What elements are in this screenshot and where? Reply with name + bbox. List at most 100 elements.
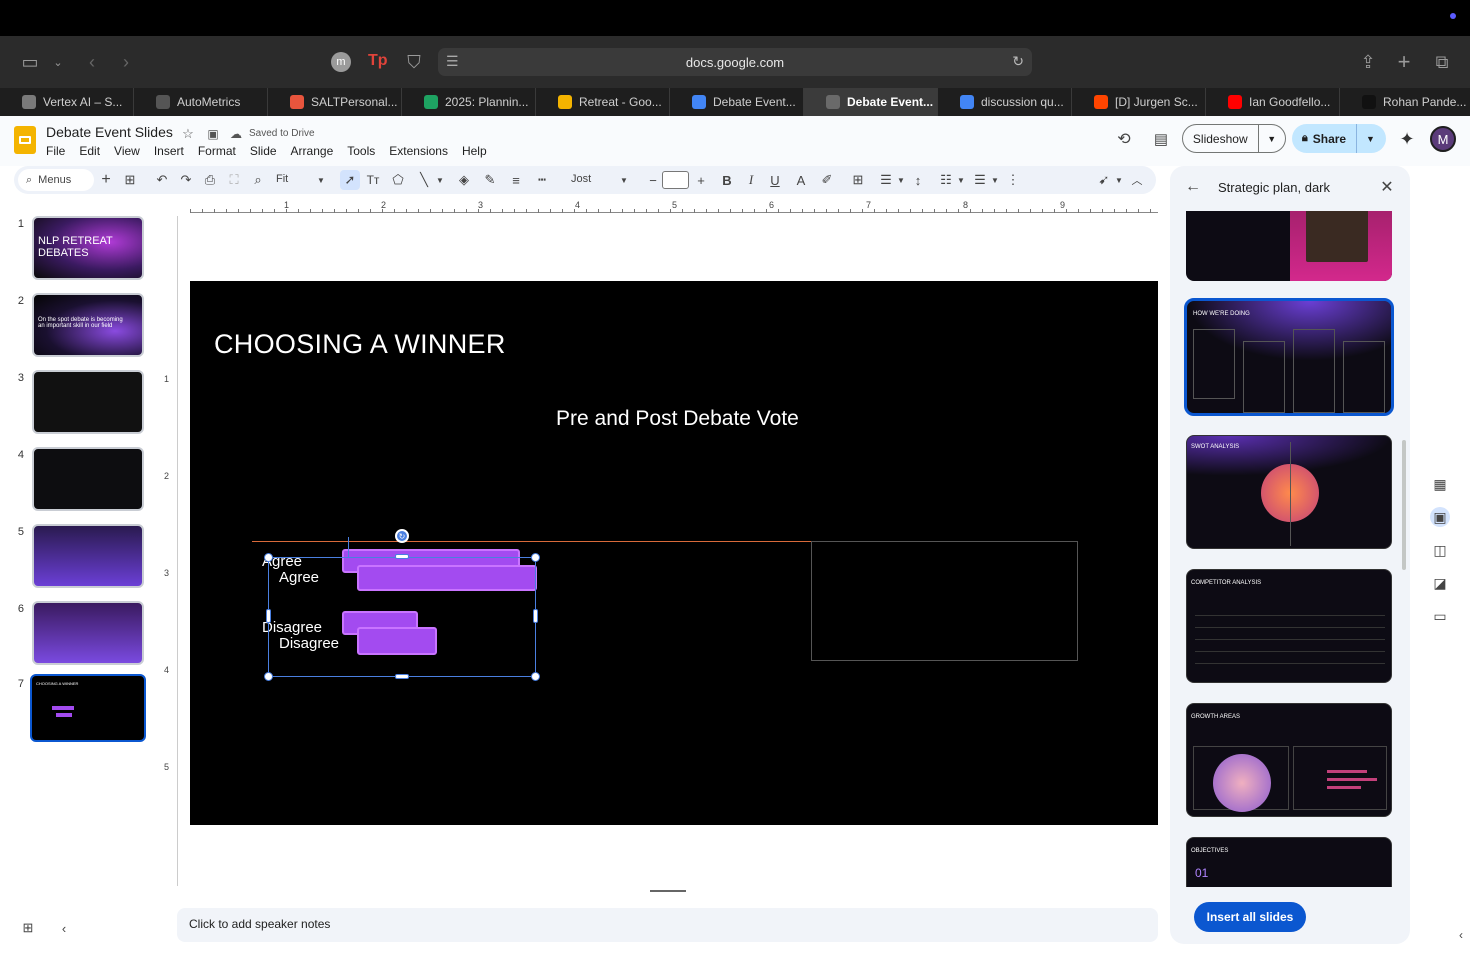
resize-handle[interactable]	[264, 553, 273, 562]
align-icon[interactable]: ☰	[878, 170, 894, 190]
slide-thumbnail-3[interactable]	[32, 370, 144, 434]
pen-dropdown-icon[interactable]: ▼	[1114, 170, 1124, 190]
new-slide-layout-icon[interactable]: ⊞	[122, 170, 138, 190]
slideshow-dropdown-icon[interactable]: ▼	[1257, 124, 1285, 153]
shield-icon[interactable]: ⛉	[404, 52, 424, 72]
tab-overview-icon[interactable]: ⧉	[1432, 52, 1452, 72]
menu-help[interactable]: Help	[462, 144, 487, 158]
menu-arrange[interactable]: Arrange	[291, 144, 334, 158]
template-thumb-4[interactable]: GROWTH AREAS	[1186, 703, 1392, 817]
reload-icon[interactable]: ↻	[1012, 53, 1024, 70]
resize-handle[interactable]	[395, 674, 409, 679]
italic-icon[interactable]: I	[744, 170, 758, 190]
line-dropdown-icon[interactable]: ▼	[434, 170, 446, 190]
panel-scrollbar[interactable]	[1402, 440, 1406, 570]
resize-handle[interactable]	[531, 553, 540, 562]
fill-color-icon[interactable]: ◈	[456, 170, 472, 190]
template-thumb-1[interactable]: HOW WE'RE DOING	[1184, 298, 1394, 416]
new-tab-icon[interactable]: +	[1394, 49, 1414, 74]
extension-tp-icon[interactable]: Tp	[368, 52, 390, 72]
rotate-handle[interactable]: ↻	[395, 529, 409, 543]
star-icon[interactable]: ☆	[180, 126, 196, 142]
empty-text-box[interactable]	[811, 541, 1078, 661]
comments-icon[interactable]: ▤	[1151, 129, 1171, 149]
expand-side-panel-icon[interactable]: ‹	[1452, 926, 1470, 944]
back-icon[interactable]: ‹	[84, 52, 100, 72]
increase-font-icon[interactable]: +	[694, 170, 708, 190]
collapse-toolbar-icon[interactable]: ︿	[1130, 170, 1144, 190]
menus-search[interactable]: ⌕ Menus	[18, 169, 94, 191]
avatar[interactable]: M	[1430, 126, 1456, 152]
bold-icon[interactable]: B	[720, 170, 734, 190]
font-size-input[interactable]	[662, 171, 689, 189]
keep-icon[interactable]: ◫	[1430, 540, 1450, 560]
resize-handle[interactable]	[531, 672, 540, 681]
version-history-icon[interactable]: ⟲	[1114, 129, 1134, 149]
zoom-select[interactable]: Fit	[276, 173, 288, 185]
numbered-dropdown-icon[interactable]: ▼	[990, 170, 1000, 190]
line-icon[interactable]: ╲	[416, 170, 432, 190]
bullet-dropdown-icon[interactable]: ▼	[956, 170, 966, 190]
page-settings-icon[interactable]: ☰	[446, 53, 459, 70]
back-arrow-icon[interactable]: ←	[1184, 178, 1202, 196]
browser-tab[interactable]: Rohan Pande...	[1340, 88, 1470, 116]
underline-icon[interactable]: U	[768, 170, 782, 190]
menu-tools[interactable]: Tools	[347, 144, 375, 158]
pen-tool-icon[interactable]: ➹	[1096, 170, 1112, 190]
template-thumb-0[interactable]	[1186, 211, 1392, 281]
align-dropdown-icon[interactable]: ▼	[896, 170, 906, 190]
browser-tab[interactable]: Retreat - Goo...	[536, 88, 670, 116]
slide-canvas[interactable]: CHOOSING A WINNER Pre and Post Debate Vo…	[190, 281, 1158, 825]
redo-icon[interactable]: ↷	[178, 170, 194, 190]
resize-handle[interactable]	[264, 672, 273, 681]
template-thumb-2[interactable]: SWOT ANALYSIS	[1186, 435, 1392, 549]
highlight-icon[interactable]: ✐	[820, 170, 834, 190]
resize-handle[interactable]	[395, 554, 409, 559]
extension-m-icon[interactable]: m	[331, 52, 351, 72]
slides-logo-icon[interactable]	[14, 126, 36, 154]
decrease-font-icon[interactable]: −	[646, 170, 660, 190]
slide-subtitle[interactable]: Pre and Post Debate Vote	[556, 407, 799, 431]
bulleted-list-icon[interactable]: ☷	[938, 170, 954, 190]
slide-thumbnail-6[interactable]	[32, 601, 144, 665]
more-options-icon[interactable]: ⋮	[1006, 170, 1020, 190]
browser-tab[interactable]: Ian Goodfello...	[1206, 88, 1340, 116]
speaker-notes[interactable]: Click to add speaker notes	[177, 908, 1158, 942]
menu-slide[interactable]: Slide	[250, 144, 277, 158]
browser-tab[interactable]: SALTPersonal...	[268, 88, 402, 116]
slideshow-button[interactable]: Slideshow ▼	[1182, 124, 1286, 153]
text-color-icon[interactable]: A	[794, 170, 808, 190]
zoom-icon[interactable]: ⌕	[250, 170, 266, 190]
chevron-down-icon[interactable]: ⌄	[50, 52, 66, 72]
menu-format[interactable]: Format	[198, 144, 236, 158]
forward-icon[interactable]: ›	[118, 52, 134, 72]
browser-tab[interactable]: Debate Event...	[670, 88, 804, 116]
browser-tab[interactable]: 2025: Plannin...	[402, 88, 536, 116]
border-color-icon[interactable]: ✎	[482, 170, 498, 190]
doc-title[interactable]: Debate Event Slides	[46, 124, 173, 140]
calendar-icon[interactable]: ▦	[1430, 474, 1450, 494]
print-icon[interactable]: ⎙	[202, 170, 218, 190]
font-dropdown-icon[interactable]: ▼	[618, 170, 630, 190]
text-box-icon[interactable]: Tт	[365, 170, 381, 190]
contacts-icon[interactable]: ◪	[1430, 573, 1450, 593]
grid-view-icon[interactable]: ⊞	[20, 920, 36, 936]
line-spacing-icon[interactable]: ↕	[910, 170, 926, 190]
slide-thumbnail-2[interactable]: On the spot debate is becoming an import…	[32, 293, 144, 357]
close-icon[interactable]: ✕	[1378, 178, 1396, 196]
menu-view[interactable]: View	[114, 144, 140, 158]
folder-icon[interactable]: ▭	[1430, 606, 1450, 626]
collapse-filmstrip-icon[interactable]: ‹	[56, 920, 72, 936]
slide-thumbnail-7[interactable]: CHOOSING A WINNER	[30, 674, 146, 742]
paint-format-icon[interactable]: ⛶	[226, 170, 242, 190]
insert-comment-icon[interactable]: ⊞	[850, 170, 866, 190]
border-weight-icon[interactable]: ≡	[508, 170, 524, 190]
move-folder-icon[interactable]: ▣	[205, 126, 221, 142]
browser-tab[interactable]: discussion qu...	[938, 88, 1072, 116]
menu-insert[interactable]: Insert	[154, 144, 184, 158]
browser-tab[interactable]: Debate Event...	[804, 88, 938, 116]
share-button[interactable]: 🔒︎ Share ▼	[1292, 124, 1386, 153]
browser-tab[interactable]: Vertex AI – S...	[0, 88, 134, 116]
border-dash-icon[interactable]: ┅	[534, 170, 550, 190]
undo-icon[interactable]: ↶	[154, 170, 170, 190]
